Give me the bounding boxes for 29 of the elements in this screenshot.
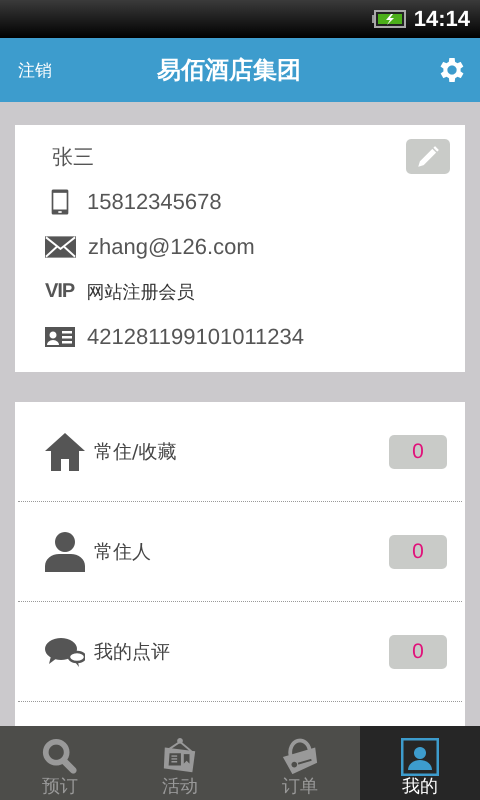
id-card-icon bbox=[45, 326, 75, 346]
count-badge: 0 bbox=[389, 534, 447, 568]
member-level: 网站注册会员 bbox=[86, 280, 194, 304]
user-name: 张三 bbox=[52, 144, 94, 170]
person-icon bbox=[45, 532, 85, 572]
speech-bubbles-icon bbox=[45, 636, 85, 668]
count-badge: 0 bbox=[389, 634, 447, 668]
id-number: 421281199101011234 bbox=[87, 324, 304, 350]
app-title: 易佰酒店集团 bbox=[157, 55, 301, 86]
phone-icon bbox=[50, 186, 70, 216]
phone-number: 15812345678 bbox=[87, 188, 222, 214]
menu-label: 我的点评 bbox=[94, 640, 171, 664]
email-text: zhang@126.com bbox=[88, 234, 255, 260]
count-badge: 0 bbox=[389, 434, 447, 468]
profile-icon bbox=[401, 738, 439, 776]
vip-label: VIP bbox=[45, 280, 74, 303]
edit-button[interactable] bbox=[406, 139, 450, 174]
battery-icon bbox=[372, 10, 406, 28]
house-icon bbox=[45, 432, 85, 470]
menu-label: 常住人 bbox=[94, 540, 152, 564]
menu-item[interactable]: 常住/收藏 0 bbox=[18, 402, 462, 502]
clock-time: 14:14 bbox=[414, 6, 470, 32]
tag-icon bbox=[281, 738, 319, 776]
menu-item[interactable]: 常住人 0 bbox=[18, 502, 462, 602]
search-icon bbox=[41, 738, 79, 776]
menu-label: 常住/收藏 bbox=[94, 440, 178, 464]
envelope-icon bbox=[45, 236, 76, 258]
menu-item[interactable]: 我的点评 0 bbox=[18, 602, 462, 702]
tab[interactable]: 我的 bbox=[360, 726, 480, 800]
